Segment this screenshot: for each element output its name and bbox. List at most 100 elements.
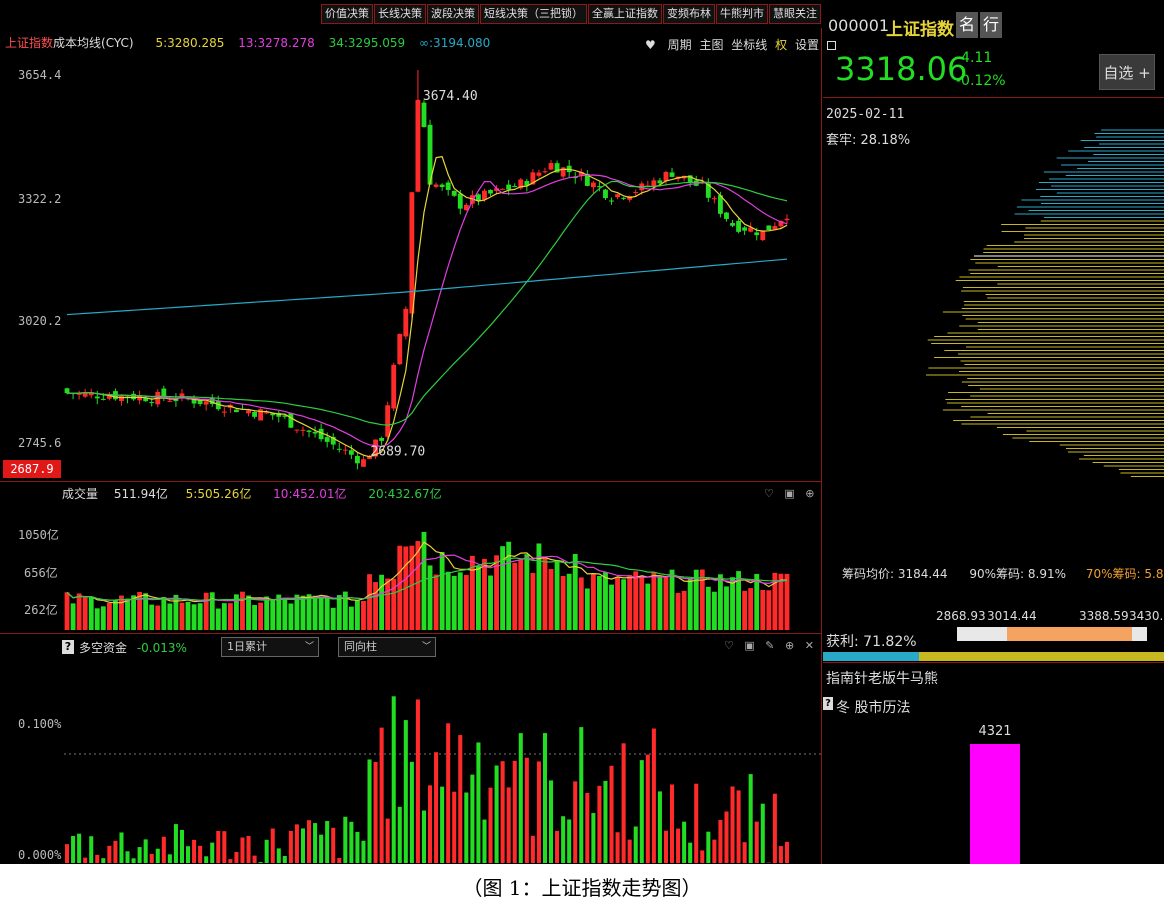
low-label: 2689.70 [370, 444, 425, 459]
add-watchlist-button[interactable]: 自选 + [1099, 54, 1155, 90]
close-icon[interactable]: ✕ [805, 639, 814, 652]
volume-bar [119, 595, 124, 630]
candle-body [306, 430, 312, 432]
toolbar-button-5[interactable]: 变频布林 [663, 4, 715, 24]
heart-icon[interactable]: ♡ [764, 487, 774, 500]
plus-icon: + [1138, 64, 1151, 82]
calendar-bar [970, 744, 1020, 864]
volume-bar [433, 574, 439, 630]
fund-bar [536, 761, 541, 863]
volume-tools: ♡ ▣ ⊕ [764, 487, 815, 500]
candle-body [348, 450, 354, 455]
volume-bar [113, 599, 118, 630]
ma5-line [66, 155, 788, 458]
volume-bar [258, 602, 264, 630]
candle-body [421, 102, 427, 128]
volume-bar [699, 569, 705, 630]
toolbar-button-3[interactable]: 短线决策（三把锁） [480, 4, 587, 24]
volume-bar [675, 593, 681, 630]
volume-bar [155, 605, 161, 630]
volume-bar [711, 591, 717, 630]
fund-bar [712, 839, 717, 863]
fund-bar [464, 792, 469, 863]
volume-bar [131, 595, 136, 630]
fund-bar [542, 733, 547, 863]
volume-bar [669, 569, 675, 630]
industry-button[interactable]: 行 [980, 12, 1002, 38]
price-change: -4.11 [956, 50, 993, 66]
volume-bar [524, 554, 530, 630]
volume-bar [482, 558, 487, 630]
candle-body [361, 459, 366, 467]
chevron-down-icon: ﹀ [421, 642, 431, 652]
zoom-icon[interactable]: ⊕ [785, 639, 794, 652]
candle-body [603, 189, 608, 199]
volume-bar [421, 531, 427, 630]
avg-cost-value: 3184.44 [897, 567, 948, 581]
volume-bar [542, 558, 548, 630]
fund-bar [657, 791, 662, 863]
fund-bar [494, 765, 499, 863]
volume-bar [718, 574, 723, 630]
fund-bar [736, 790, 741, 863]
edit-icon[interactable]: ✎ [765, 639, 774, 652]
chip90-value: 8.91% [1027, 567, 1066, 581]
fund-bar [597, 785, 602, 863]
fund-bar [482, 819, 487, 863]
indicator-name: 指南针老版牛马熊 [826, 671, 938, 687]
price-chart: 3674.40 2689.70 [64, 70, 790, 470]
toolbar-button-4[interactable]: 全赢上证指数 [588, 4, 662, 24]
candle-body [754, 232, 760, 236]
volume-bar [379, 574, 385, 630]
volume-bar [306, 594, 312, 630]
period-dropdown[interactable]: 1日累计 ﹀ [221, 637, 319, 657]
volume-bar [64, 592, 70, 630]
volume-bar [754, 573, 760, 630]
toolbar-button-7[interactable]: 慧眼关注 [769, 4, 821, 24]
help-icon[interactable]: ? [62, 640, 74, 654]
fund-bar [645, 754, 650, 863]
candle-body [409, 192, 415, 314]
volume-bar [185, 601, 191, 630]
candle-body [300, 429, 306, 431]
fund-bar [137, 847, 142, 863]
divider [823, 662, 1164, 663]
candle-body [590, 182, 596, 188]
volume-total: 511.94亿 [113, 487, 168, 501]
volume-bar [488, 575, 493, 630]
fund-bar [240, 837, 245, 863]
volume-bar [348, 606, 354, 630]
fund-bar [210, 842, 215, 863]
volume-bar [252, 604, 257, 630]
fund-bar [748, 774, 753, 863]
candle-body [433, 184, 439, 187]
candle-body [203, 401, 209, 405]
fund-bar [682, 821, 687, 863]
ma13-line [66, 174, 788, 448]
volume-bar [76, 593, 82, 630]
toolbar-button-2[interactable]: 波段决策 [427, 4, 479, 24]
toolbar-button-0[interactable]: 价值决策 [321, 4, 373, 24]
fund-bar [670, 784, 675, 863]
toolbar-button-1[interactable]: 长线决策 [374, 4, 426, 24]
fund-bar [294, 824, 299, 863]
bar-mode-dropdown[interactable]: 同向柱 ﹀ [338, 637, 436, 657]
volume-title: 成交量 [62, 487, 99, 501]
candle-body [294, 429, 300, 431]
zoom-icon[interactable]: ⊕ [805, 487, 814, 500]
fund-bar [639, 760, 644, 863]
fund-bar [246, 835, 251, 863]
fund-bar [585, 792, 590, 863]
help-icon[interactable]: ? [823, 697, 833, 710]
fund-bar [633, 826, 638, 863]
toolbar-button-6[interactable]: 牛熊判市 [716, 4, 768, 24]
fund-bar [173, 824, 178, 863]
fund-bar [343, 816, 348, 863]
heart-icon[interactable]: ♡ [724, 639, 734, 652]
name-button[interactable]: 名 [956, 12, 978, 38]
fund-bar [500, 761, 505, 863]
volume-bar [209, 592, 215, 630]
save-icon[interactable]: ▣ [744, 639, 754, 652]
volume-bar [385, 578, 391, 630]
save-icon[interactable]: ▣ [784, 487, 794, 500]
